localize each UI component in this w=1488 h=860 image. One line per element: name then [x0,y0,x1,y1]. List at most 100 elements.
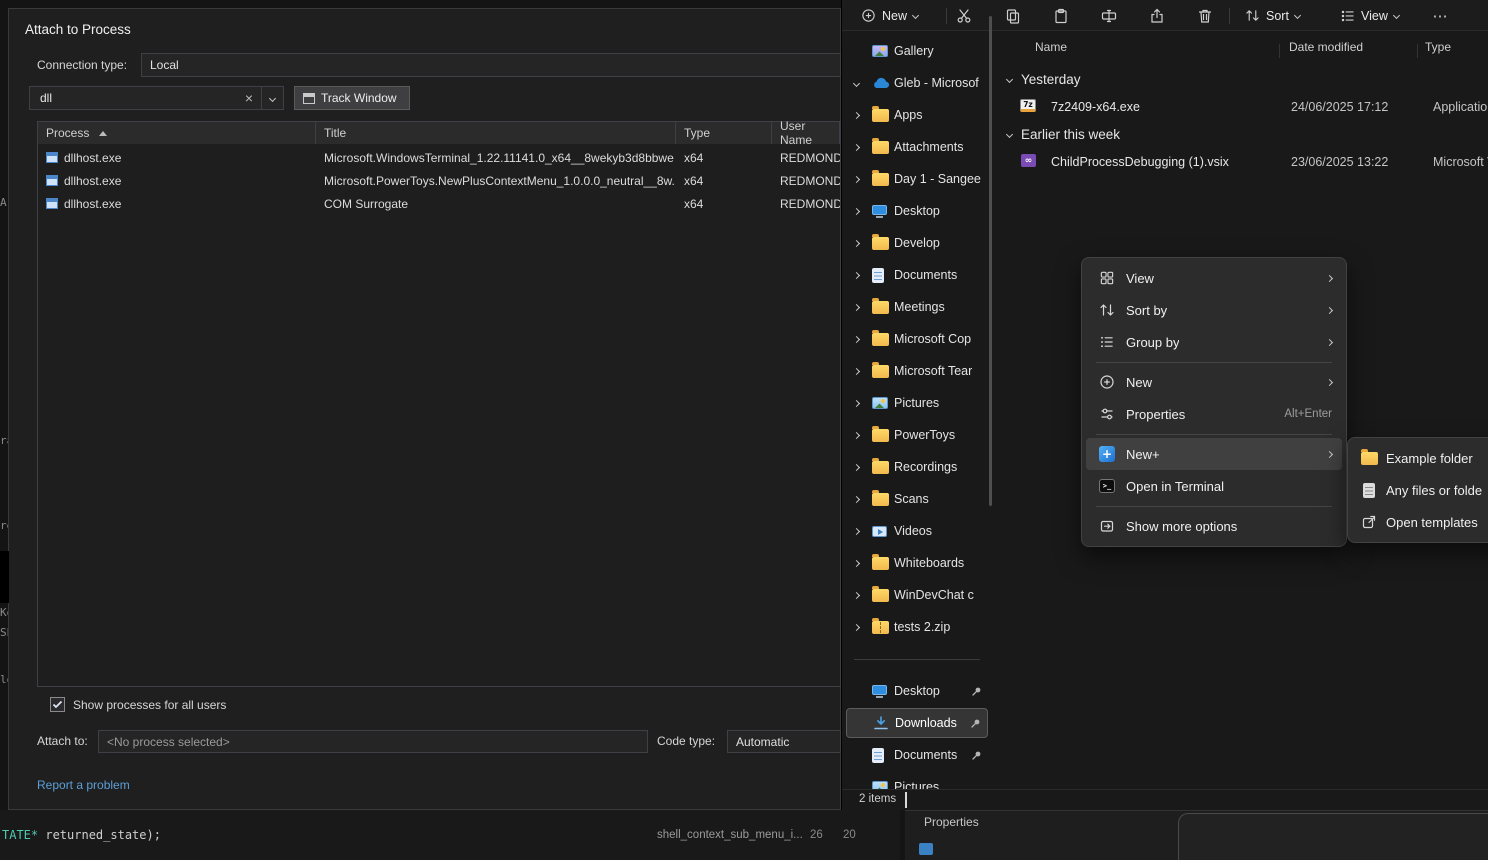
plus-circle-icon [1098,374,1116,390]
chevron-right-icon[interactable] [854,113,872,118]
nav-item-powertoys[interactable]: PowerToys [846,420,988,450]
column-header-title[interactable]: Title [316,122,676,144]
editor-gutter-block [0,551,9,603]
sort-button[interactable]: Sort [1236,3,1309,28]
nav-item-recordings[interactable]: Recordings [846,452,988,482]
more-options-button[interactable]: ⋯ [1426,3,1454,28]
chevron-right-icon[interactable] [854,465,872,470]
submenu-item-open-templates[interactable]: Open templates [1352,506,1488,538]
chevron-right-icon[interactable] [854,625,872,630]
nav-item-gallery[interactable]: Gallery [846,36,988,66]
nav-item-documents[interactable]: Documents [846,260,988,290]
group-header-yesterday[interactable]: Yesterday [1007,66,1081,92]
nav-item-meetings[interactable]: Meetings [846,292,988,322]
properties-panel: Properties [905,810,1488,860]
menu-item-open-in-terminal[interactable]: >_ Open in Terminal [1086,470,1342,502]
view-button[interactable]: View [1331,3,1408,28]
column-header-type[interactable]: Type [676,122,772,144]
nav-item-whiteboards[interactable]: Whiteboards [846,548,988,578]
chevron-right-icon[interactable] [854,497,872,502]
nav-label: Downloads [895,716,957,730]
nav-item-windevchat[interactable]: WinDevChat c [846,580,988,610]
submenu-item-example-folder[interactable]: Example folder [1352,442,1488,474]
nav-item-desktop-pinned[interactable]: Desktop [846,676,988,706]
chevron-right-icon[interactable] [854,273,872,278]
column-header-type[interactable]: Type [1425,40,1451,62]
nav-item-desktop[interactable]: Desktop [846,196,988,226]
report-problem-link[interactable]: Report a problem [37,778,130,792]
file-row-7z[interactable]: 7z 7z2409-x64.exe 24/06/2025 17:12 Appli… [1000,94,1488,120]
process-row-2[interactable]: dllhost.exe Microsoft.PowerToys.NewPlusC… [38,169,840,192]
nav-item-downloads-pinned[interactable]: Downloads [846,708,988,738]
column-label: Process [46,126,89,140]
nav-item-videos[interactable]: Videos [846,516,988,546]
paste-button[interactable] [1047,3,1075,28]
chevron-down-icon[interactable] [854,81,872,86]
chevron-down-icon [1393,12,1400,19]
process-row-3[interactable]: dllhost.exe COM Surrogate x64 REDMOND [38,192,840,215]
copy-button[interactable] [999,3,1027,28]
file-name: ChildProcessDebugging (1).vsix [1051,155,1229,169]
share-button[interactable] [1143,3,1171,28]
nav-item-scans[interactable]: Scans [846,484,988,514]
nav-item-pictures-pinned[interactable]: Pictures [846,772,988,789]
nav-item-tests-zip[interactable]: tests 2.zip [846,612,988,642]
nav-item-onedrive[interactable]: Gleb - Microsof [846,68,988,98]
nav-item-documents-pinned[interactable]: Documents [846,740,988,770]
clear-filter-button[interactable]: × [245,89,253,107]
chevron-right-icon[interactable] [854,241,872,246]
menu-item-new-plus[interactable]: + New+ [1086,438,1342,470]
chevron-right-icon[interactable] [854,401,872,406]
nav-label: Pictures [894,780,939,789]
connection-type-select[interactable]: Local [141,53,841,77]
nav-item-develop[interactable]: Develop [846,228,988,258]
menu-item-properties[interactable]: Properties Alt+Enter [1086,398,1342,430]
column-divider[interactable] [1417,44,1418,58]
process-filter-input[interactable]: dll × [29,86,284,110]
chevron-right-icon[interactable] [854,305,872,310]
nav-item-day1[interactable]: Day 1 - Sangee [846,164,988,194]
process-row-1[interactable]: dllhost.exe Microsoft.WindowsTerminal_1.… [38,146,840,169]
column-header-name[interactable]: Name [1035,40,1067,62]
cut-button[interactable] [950,3,978,28]
code-type-select[interactable]: Automatic [727,730,841,753]
process-table-header: Process Title Type User Name [38,122,840,144]
folder-icon [872,589,894,602]
show-all-users-checkbox[interactable]: Show processes for all users [50,697,226,712]
chevron-right-icon[interactable] [854,369,872,374]
menu-item-group-by[interactable]: Group by [1086,326,1342,358]
group-header-earlier-this-week[interactable]: Earlier this week [1007,121,1120,147]
column-header-date-modified[interactable]: Date modified [1289,40,1363,62]
menu-item-sort-by[interactable]: Sort by [1086,294,1342,326]
chevron-right-icon[interactable] [854,593,872,598]
chevron-right-icon[interactable] [854,561,872,566]
nav-item-pictures[interactable]: Pictures [846,388,988,418]
menu-item-view[interactable]: View [1086,262,1342,294]
delete-button[interactable] [1191,3,1219,28]
process-title: Microsoft.PowerToys.NewPlusContextMenu_1… [324,174,676,188]
chevron-right-icon[interactable] [854,337,872,342]
menu-label: New [1126,375,1152,390]
chevron-right-icon[interactable] [854,145,872,150]
rename-button[interactable] [1095,3,1123,28]
screen: MArray*', _outptr_result_nullonfailure_ … [0,0,1488,860]
new-button[interactable]: New [852,3,927,28]
column-divider[interactable] [1279,44,1280,58]
chevron-right-icon[interactable] [854,433,872,438]
chevron-right-icon[interactable] [854,209,872,214]
file-row-vsix[interactable]: ∞ ChildProcessDebugging (1).vsix 23/06/2… [1000,149,1488,175]
column-header-process[interactable]: Process [38,122,316,144]
chevron-right-icon[interactable] [854,529,872,534]
nav-item-microsoft-copilot[interactable]: Microsoft Cop [846,324,988,354]
column-header-user[interactable]: User Name [772,122,840,144]
menu-item-new[interactable]: New [1086,366,1342,398]
attach-to-field[interactable]: <No process selected> [98,730,648,753]
nav-item-microsoft-teams[interactable]: Microsoft Tear [846,356,988,386]
nav-item-apps[interactable]: Apps [846,100,988,130]
track-window-button[interactable]: Track Window [294,86,410,110]
submenu-item-any-files[interactable]: Any files or folde [1352,474,1488,506]
menu-item-show-more-options[interactable]: Show more options [1086,510,1342,542]
nav-item-attachments[interactable]: Attachments [846,132,988,162]
filter-dropdown-button[interactable] [261,87,283,109]
chevron-right-icon[interactable] [854,177,872,182]
